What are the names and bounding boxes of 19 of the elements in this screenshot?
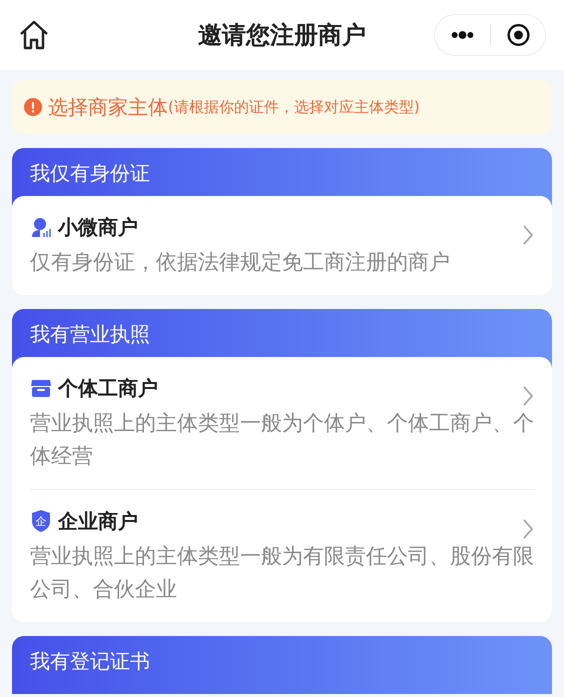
option-row[interactable]: 企 企业商户 营业执照上的主体类型一般为有限责任公司、股份有限公司、合伙企业 (30, 489, 534, 622)
section-header: 我有登记证书 (12, 636, 552, 694)
option-description: 仅有身份证，依据法律规定免工商注册的商户 (30, 249, 451, 276)
option-description: 营业执照上的主体类型一般为个体户、个体工商户、个体经营 (30, 410, 535, 470)
option-description: 营业执照上的主体类型一般为有限责任公司、股份有限公司、合伙企业 (30, 543, 535, 603)
page-title: 邀请您注册商户 (198, 20, 366, 51)
notice-title: 选择商家主体 (48, 94, 168, 121)
option-title: 企业商户 (58, 508, 138, 535)
store-icon (30, 378, 52, 398)
notice-hint: (请根据你的证件，选择对应主体类型) (168, 96, 420, 118)
shield-icon: 企 (30, 509, 52, 533)
chevron-right-icon (522, 224, 534, 246)
person-icon (30, 216, 52, 238)
option-title: 小微商户 (58, 214, 138, 241)
chevron-right-icon (522, 518, 534, 540)
chevron-right-icon (522, 385, 534, 407)
option-title: 个体工商户 (58, 375, 158, 402)
home-icon[interactable] (18, 20, 50, 50)
alert-icon (24, 98, 42, 116)
